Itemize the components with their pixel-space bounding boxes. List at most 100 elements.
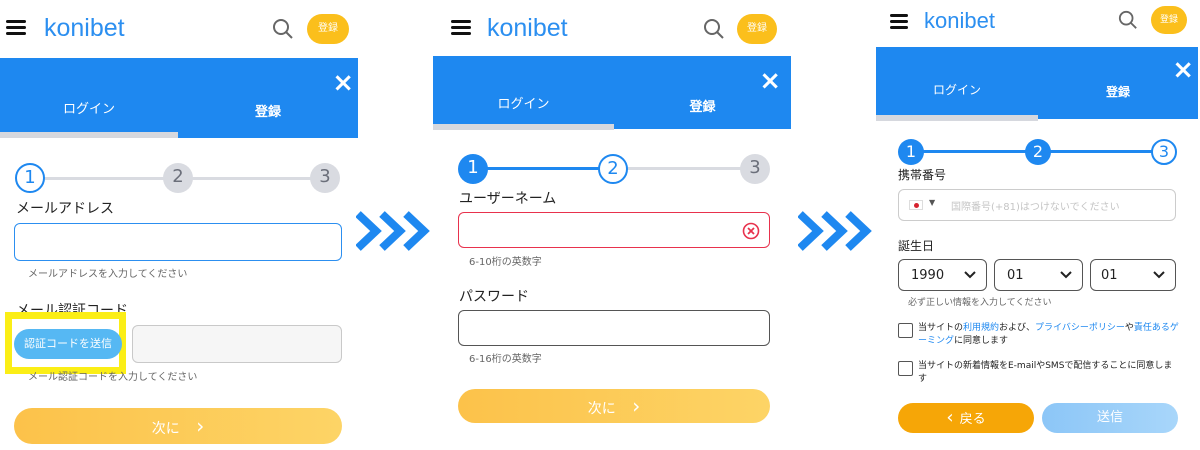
next-button[interactable]: 次に ›	[458, 389, 770, 423]
tab-login[interactable]: ログイン	[0, 98, 178, 117]
email-input[interactable]	[14, 223, 342, 261]
stepper-line	[1038, 150, 1164, 153]
stepper-line	[178, 177, 328, 180]
modal-header: × ログイン 登録	[433, 56, 791, 124]
register-panel-step1: konibet 登録 × ログイン 登録 1 2 3 メールアドレス メールアド…	[0, 0, 358, 450]
step-2: 2	[598, 154, 628, 184]
header: konibet 登録	[0, 0, 358, 56]
next-button-label: 次に	[587, 401, 616, 417]
stepper-line	[613, 167, 753, 170]
tab-login[interactable]: ログイン	[433, 93, 614, 112]
birth-month-select[interactable]: 01	[994, 259, 1083, 291]
step-1: 1	[898, 139, 924, 165]
close-icon[interactable]: ×	[1172, 57, 1194, 83]
phone-placeholder: 国際番号(+81)はつけないでください	[951, 202, 1120, 213]
hamburger-menu-icon[interactable]	[451, 20, 471, 36]
email-label: メールアドレス	[16, 201, 114, 217]
terms-text-4: に同意します	[954, 336, 1009, 346]
flow-arrows-icon	[356, 211, 430, 251]
search-icon[interactable]	[272, 18, 294, 40]
brand-logo[interactable]: konibet	[924, 8, 995, 34]
stepper-line	[910, 150, 1038, 153]
japan-flag-icon[interactable]	[909, 200, 923, 210]
header-register-button[interactable]: 登録	[1151, 6, 1187, 34]
birthday-label: 誕生日	[898, 239, 935, 253]
chevron-down-icon	[964, 271, 976, 279]
modal-header: × ログイン 登録	[876, 47, 1198, 115]
back-button[interactable]: ‹ 戻る	[898, 403, 1034, 433]
username-input[interactable]	[458, 212, 770, 248]
terms-text: 当サイトの利用規約および、プライバシーポリシーや責任あるゲーミングに同意します	[918, 322, 1180, 348]
tab-login-underline	[433, 124, 614, 130]
terms-text-3: や	[1124, 323, 1134, 333]
tab-login[interactable]: ログイン	[876, 81, 1038, 98]
password-input[interactable]	[458, 310, 770, 346]
email-hint: メールアドレスを入力してください	[28, 269, 188, 280]
phone-input[interactable]: ▼ 国際番号(+81)はつけないでください	[898, 189, 1176, 221]
tab-register[interactable]: 登録	[1038, 83, 1198, 100]
hamburger-menu-icon[interactable]	[890, 14, 908, 30]
terms-of-use-link[interactable]: 利用規約	[963, 323, 999, 333]
hamburger-menu-icon[interactable]	[6, 20, 26, 36]
error-clear-icon[interactable]	[742, 222, 760, 240]
search-icon[interactable]	[1118, 10, 1138, 30]
header: konibet 登録	[433, 0, 791, 56]
tab-login-underline	[0, 132, 178, 138]
country-dropdown-icon[interactable]: ▼	[929, 198, 935, 207]
tab-register-underline	[178, 134, 358, 138]
modal-header: × ログイン 登録	[0, 58, 358, 138]
step-2: 2	[163, 163, 193, 193]
next-button-label: 次に	[151, 421, 180, 437]
chevron-down-icon	[1153, 271, 1165, 279]
step-3: 3	[310, 163, 340, 193]
send-code-button[interactable]: 認証コードを送信	[14, 329, 122, 359]
close-icon[interactable]: ×	[332, 70, 354, 96]
tab-login-underline	[876, 115, 1038, 121]
stepper-line	[30, 177, 180, 180]
chevron-left-icon: ‹	[946, 407, 954, 428]
birth-year-select[interactable]: 1990	[898, 259, 987, 291]
birth-month-value: 01	[1007, 268, 1024, 283]
tab-register-underline	[1038, 115, 1198, 119]
header-register-button[interactable]: 登録	[737, 14, 777, 44]
tab-register-underline	[614, 124, 791, 129]
close-icon[interactable]: ×	[759, 68, 781, 94]
step-1: 1	[458, 154, 488, 184]
password-label: パスワード	[459, 289, 529, 305]
terms-text-2: および、	[999, 323, 1036, 333]
search-icon[interactable]	[703, 18, 725, 40]
back-button-label: 戻る	[959, 412, 986, 427]
next-button[interactable]: 次に ›	[14, 408, 342, 444]
chevron-down-icon	[1060, 271, 1072, 279]
register-panel-step3: konibet 登録 × ログイン 登録 1 2 3 携帯番号 ▼ 国際番号(+…	[876, 0, 1198, 450]
stepper-line	[473, 167, 613, 170]
brand-logo[interactable]: konibet	[487, 14, 568, 43]
register-panel-step2: konibet 登録 × ログイン 登録 1 2 3 ユーザーネーム 6-10桁…	[433, 0, 791, 450]
code-hint: メール認証コードを入力してください	[28, 372, 198, 383]
step-1: 1	[15, 163, 45, 193]
step-3: 3	[1151, 139, 1177, 165]
tab-register[interactable]: 登録	[614, 96, 791, 115]
step-3: 3	[740, 154, 770, 184]
username-label: ユーザーネーム	[459, 191, 557, 207]
birthday-hint: 必ず正しい情報を入力してください	[908, 298, 1052, 308]
password-hint: 6-16桁の英数字	[469, 354, 542, 365]
step-2: 2	[1025, 139, 1051, 165]
chevron-right-icon: ›	[632, 394, 641, 418]
chevron-right-icon: ›	[196, 414, 205, 438]
newsletter-checkbox[interactable]	[898, 361, 913, 376]
birth-year-value: 1990	[911, 268, 945, 283]
tab-register[interactable]: 登録	[178, 101, 358, 120]
terms-checkbox[interactable]	[898, 323, 913, 338]
code-input[interactable]	[132, 325, 342, 363]
privacy-policy-link[interactable]: プライバシーポリシー	[1035, 323, 1125, 333]
header-register-button[interactable]: 登録	[307, 14, 349, 44]
brand-logo[interactable]: konibet	[44, 14, 125, 43]
birth-day-value: 01	[1101, 268, 1118, 283]
birth-day-select[interactable]: 01	[1090, 259, 1176, 291]
username-hint: 6-10桁の英数字	[469, 257, 542, 268]
phone-label: 携帯番号	[898, 168, 947, 182]
submit-button[interactable]: 送信	[1042, 403, 1178, 433]
terms-text-1: 当サイトの	[918, 323, 964, 333]
flow-arrows-icon	[798, 211, 872, 251]
